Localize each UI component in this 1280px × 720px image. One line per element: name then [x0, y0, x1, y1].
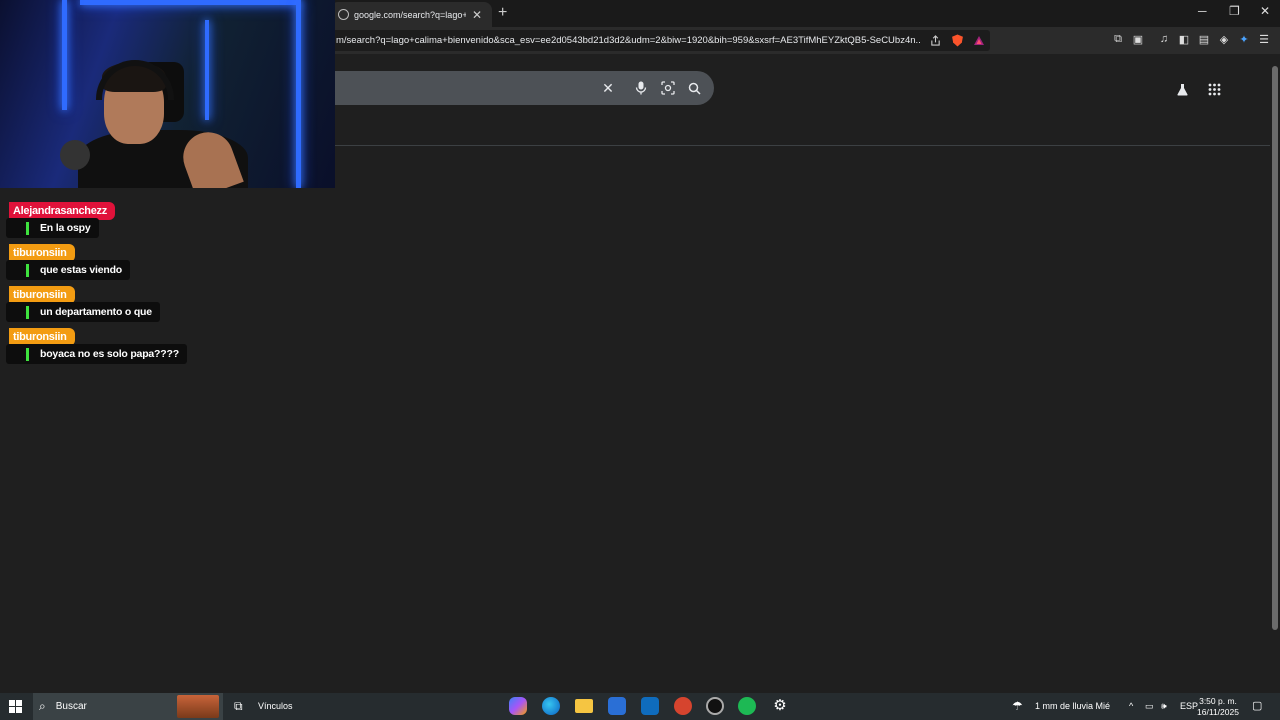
edge-icon[interactable] [542, 697, 560, 715]
chat-accent-bar [26, 305, 29, 319]
new-tab-button[interactable]: + [498, 4, 507, 22]
browser-tab[interactable]: google.com/search?q=lago+cali ✕ [330, 2, 492, 27]
spotify-icon[interactable] [738, 697, 756, 715]
outlook-icon[interactable] [641, 697, 659, 715]
led-strip-middle [205, 20, 209, 120]
search-box[interactable]: ✕ [330, 71, 714, 105]
restore-button[interactable]: ❐ [1229, 4, 1240, 18]
copilot-icon[interactable] [509, 697, 527, 715]
close-window-button[interactable]: ✕ [1260, 4, 1270, 18]
apps-grid-icon[interactable] [1205, 80, 1223, 98]
extensions-icon[interactable]: ⧉ [1111, 32, 1125, 46]
settings-gear-icon[interactable]: ⚙ [771, 697, 789, 715]
chat-text: boyaca no es solo papa???? [40, 348, 179, 360]
notifications-icon[interactable]: ▢ [1252, 699, 1262, 712]
chat-text: En la ospy [40, 222, 91, 234]
scrollbar-thumb[interactable] [1272, 66, 1278, 630]
chat-message-body: boyaca no es solo papa???? [6, 344, 187, 364]
chat-message-body: un departamento o que [6, 302, 160, 322]
clear-icon[interactable]: ✕ [599, 79, 617, 97]
taskbar-search-label: Buscar [55, 701, 87, 712]
weather-text[interactable]: 1 mm de lluvia Mié [1035, 701, 1110, 711]
windows-start-icon[interactable] [9, 700, 22, 713]
chat-accent-bar [26, 263, 29, 277]
led-strip-top [80, 0, 300, 5]
clock-date: 16/11/2025 [1197, 707, 1239, 717]
menu-icon[interactable]: ☰ [1257, 32, 1271, 46]
links-toolbar[interactable]: Vínculos [258, 701, 293, 711]
mic-icon[interactable] [632, 79, 650, 97]
brave-icon[interactable] [674, 697, 692, 715]
search-icon: ⌕ [39, 699, 46, 713]
brave-shield-icon[interactable] [949, 33, 965, 49]
chat-message-body: que estas viendo [6, 260, 130, 280]
sidebar-icon[interactable]: ◧ [1177, 32, 1191, 46]
labs-flask-icon[interactable] [1173, 80, 1191, 98]
address-bar[interactable]: m/search?q=lago+calima+bienvenido&sca_es… [330, 30, 990, 51]
led-strip-left [62, 0, 67, 110]
rewards-icon[interactable] [971, 33, 987, 49]
chat-accent-bar [26, 347, 29, 361]
toolbar-right: ⧉ ▣ ♫ ◧ ▤ ◈ ✦ ☰ [1105, 32, 1271, 46]
header-divider [330, 145, 1270, 146]
system-clock[interactable]: 3:50 p. m. 16/11/2025 [1196, 696, 1240, 718]
microphone [60, 140, 90, 170]
share-icon[interactable] [927, 33, 943, 49]
tray-chevron-icon[interactable]: ^ [1129, 701, 1133, 711]
chat-text: que estas viendo [40, 264, 122, 276]
network-icon[interactable]: ▭ [1145, 701, 1154, 712]
store-icon[interactable] [608, 697, 626, 715]
chat-message-body: En la ospy [6, 218, 99, 238]
search-highlight-image [177, 695, 219, 718]
taskbar-search[interactable]: ⌕ Buscar [33, 693, 223, 720]
leo-ai-icon[interactable]: ✦ [1237, 32, 1251, 46]
chat-text: un departamento o que [40, 306, 152, 318]
led-strip-right [296, 0, 301, 188]
taskbar: ⌕ Buscar ⧉ Vínculos ⚙ ☂ 1 mm de lluvia M… [0, 693, 1280, 720]
volume-icon[interactable]: 🕪 [1161, 701, 1167, 712]
music-icon[interactable]: ♫ [1157, 32, 1171, 46]
clock-time: 3:50 p. m. [1199, 696, 1237, 706]
tab-close-icon[interactable]: ✕ [472, 8, 482, 22]
task-view-icon[interactable]: ⧉ [234, 699, 243, 714]
globe-icon [338, 9, 349, 20]
chat-accent-bar [26, 221, 29, 235]
url-text[interactable]: m/search?q=lago+calima+bienvenido&sca_es… [336, 35, 921, 46]
vpn-icon[interactable]: ◈ [1217, 32, 1231, 46]
minimize-button[interactable]: ─ [1198, 4, 1207, 18]
obs-icon[interactable] [706, 697, 724, 715]
webcam-overlay [0, 0, 335, 188]
screenshot-icon[interactable]: ▣ [1131, 32, 1145, 46]
rain-weather-icon[interactable]: ☂ [1012, 699, 1023, 713]
search-icon[interactable] [685, 79, 703, 97]
file-explorer-icon[interactable] [575, 699, 593, 713]
wallet-icon[interactable]: ▤ [1197, 32, 1211, 46]
lens-icon[interactable] [659, 79, 677, 97]
tab-title: google.com/search?q=lago+cali [354, 9, 466, 20]
